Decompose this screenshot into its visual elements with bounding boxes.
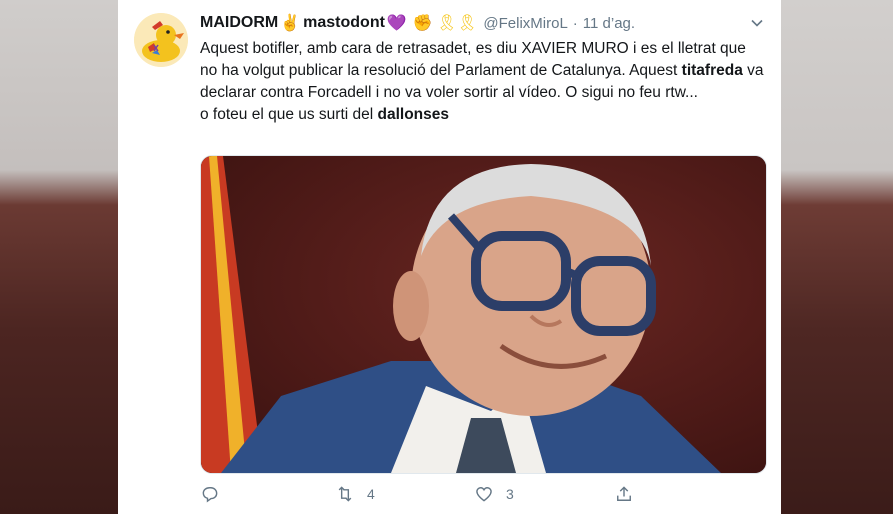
tweet-text-part-3: o foteu el que us surti del	[200, 106, 378, 123]
rubber-duck-avatar-image	[134, 13, 188, 67]
tweet-photo[interactable]	[200, 155, 767, 474]
share-button[interactable]	[614, 484, 634, 504]
chevron-down-icon[interactable]	[749, 15, 765, 31]
tweet-header: MAIDORM ✌ mastodont 💜 ✊ 🎗🎗 @FelixMiroL ·…	[200, 12, 767, 34]
retweet-count: 4	[367, 486, 375, 502]
separator-dot: ·	[572, 14, 578, 32]
man-with-glasses-photo	[201, 156, 766, 473]
yellow-ribbon-emoji: 🎗🎗	[436, 15, 478, 32]
blurred-background-left	[0, 0, 118, 514]
reply-icon	[202, 487, 218, 503]
tweet-paragraph-2: o foteu el que us surti del dallonses	[200, 104, 765, 126]
victory-hand-emoji: ✌	[280, 15, 301, 32]
tweet-timestamp[interactable]: 11 d’ag.	[583, 15, 635, 32]
tweet-paragraph-1: Aquest botifler, amb cara de retrasadet,…	[200, 38, 765, 104]
tweet-text-part-1: Aquest botifler, amb cara de retrasadet,…	[200, 40, 746, 79]
like-count: 3	[506, 486, 514, 502]
heart-icon	[476, 487, 492, 502]
tweet-bold-word-2: dallonses	[377, 106, 450, 123]
avatar[interactable]	[134, 13, 188, 67]
raised-fist-emoji: ✊	[412, 15, 433, 32]
reply-button[interactable]	[200, 484, 220, 504]
purple-heart-emoji: 💜	[386, 15, 407, 32]
retweet-button[interactable]: 4	[335, 484, 375, 504]
user-handle[interactable]: @FelixMiroL	[483, 15, 567, 32]
tweet-text: Aquest botifler, amb cara de retrasadet,…	[200, 38, 765, 126]
tweet-card: MAIDORM ✌ mastodont 💜 ✊ 🎗🎗 @FelixMiroL ·…	[118, 0, 781, 514]
like-button[interactable]: 3	[474, 484, 514, 504]
display-name[interactable]: MAIDORM	[200, 14, 278, 32]
retweet-icon	[338, 486, 352, 502]
tweet-actions: 4 3	[200, 484, 740, 508]
blurred-background-right	[781, 0, 893, 514]
share-icon	[617, 486, 631, 501]
tweet-bold-word-1: titafreda	[681, 62, 743, 79]
display-name-suffix[interactable]: mastodont	[303, 14, 385, 32]
